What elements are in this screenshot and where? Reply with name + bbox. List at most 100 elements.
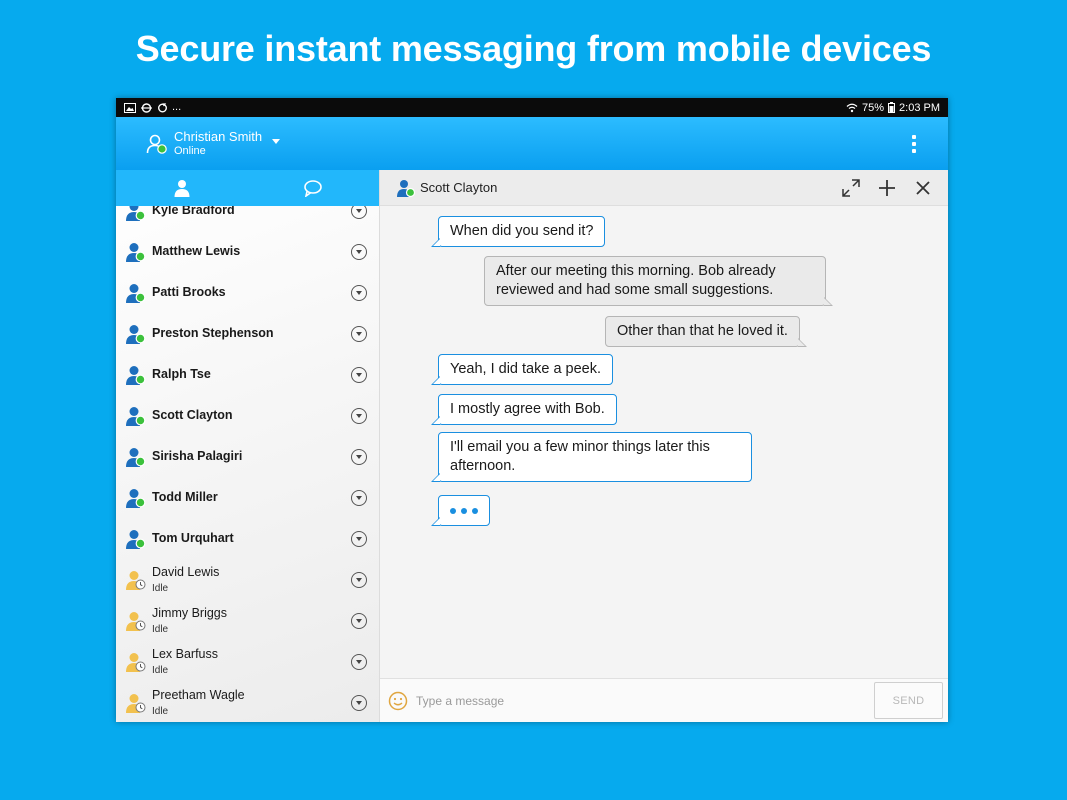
contact-status: Idle [152,664,169,676]
contact-row-matthew-lewis[interactable]: Matthew Lewis [116,231,379,272]
user-online-icon [126,206,146,221]
contact-status: Idle [152,705,169,717]
user-online-icon [126,365,146,385]
contact-row-sirisha-palagiri[interactable]: Sirisha Palagiri [116,436,379,477]
contact-name: Sirisha Palagiri [152,449,243,463]
contact-name: Patti Brooks [152,285,226,299]
battery-level: 75% [862,101,885,114]
image-icon [124,102,136,113]
send-button[interactable]: SEND [874,682,943,719]
my-presence-selector[interactable]: Christian Smith Online [146,128,281,159]
composer: SEND [380,678,948,722]
contact-row-tom-urquhart[interactable]: Tom Urquhart [116,518,379,559]
contact-row-preston-stephenson[interactable]: Preston Stephenson [116,313,379,354]
message-incoming: I mostly agree with Bob. [431,394,617,425]
user-online-icon [126,488,146,508]
overflow-menu-icon[interactable] [908,131,920,157]
contact-row-patti-brooks[interactable]: Patti Brooks [116,272,379,313]
cloud-sync-icon [141,102,152,113]
chevron-down-icon[interactable] [351,571,367,588]
message-list: When did you send it? After our meeting t… [380,206,948,678]
chevron-down-icon[interactable] [351,366,367,383]
headline: Secure instant messaging from mobile dev… [135,28,932,69]
contact-status: Idle [152,623,169,635]
user-online-icon [126,324,146,344]
user-online-icon [397,179,416,197]
contact-row-preetham-wagle[interactable]: Preetham Wagle Idle [116,682,379,722]
my-status: Online [174,144,206,157]
message-outgoing: Other than that he loved it. [605,316,807,347]
user-idle-icon [126,570,146,590]
tab-conversations[interactable] [248,170,380,206]
user-online-icon [146,134,167,154]
chevron-down-icon[interactable] [351,284,367,301]
contact-row-lex-barfuss[interactable]: Lex Barfuss Idle [116,641,379,682]
chat-peer-name: Scott Clayton [420,180,498,195]
status-bar: ... 75% 2:03 PM [116,98,948,117]
person-icon [174,180,190,197]
emoji-icon[interactable] [388,691,408,711]
chevron-down-icon[interactable] [351,530,367,547]
battery-icon [888,102,896,113]
contact-row-ralph-tse[interactable]: Ralph Tse [116,354,379,395]
contact-name: Lex Barfuss [152,646,219,661]
close-chat-button[interactable] [914,179,932,197]
contact-name: Tom Urquhart [152,531,234,545]
typing-indicator [431,495,490,526]
contact-row-david-lewis[interactable]: David Lewis Idle [116,559,379,600]
contact-name: Preetham Wagle [152,687,245,702]
clock: 2:03 PM [899,101,940,114]
user-online-icon [126,242,146,262]
expand-icon [842,178,860,197]
chevron-down-icon[interactable] [351,694,367,711]
contact-row-scott-clayton[interactable]: Scott Clayton [116,395,379,436]
contact-list[interactable]: Kyle Bradford Matthew Lewis Patti Brooks Pr… [116,206,379,722]
my-name: Christian Smith [174,128,263,144]
chat-bubble-icon [304,180,323,197]
user-online-icon [126,529,146,549]
chevron-down-icon[interactable] [351,206,367,219]
typing-dots-icon [450,501,478,520]
user-idle-icon [126,611,146,631]
contacts-panel: Kyle Bradford Matthew Lewis Patti Brooks Pr… [116,170,380,722]
message-outgoing: After our meeting this morning. Bob alre… [484,256,833,306]
message-incoming: I'll email you a few minor things later … [431,432,752,482]
message-input[interactable] [416,693,866,708]
user-online-icon [126,283,146,303]
status-more: ... [172,101,182,113]
chevron-down-icon[interactable] [351,407,367,424]
contact-name: Matthew Lewis [152,244,241,258]
contact-name: Jimmy Briggs [152,605,228,620]
contact-row-jimmy-briggs[interactable]: Jimmy Briggs Idle [116,600,379,641]
contact-name: Todd Miller [152,490,218,504]
plus-icon [879,179,895,196]
chevron-down-icon[interactable] [351,653,367,670]
contact-row-kyle-bradford[interactable]: Kyle Bradford [116,206,379,231]
sidebar-tabs [116,170,379,206]
add-participant-button[interactable] [878,179,896,197]
contact-status: Idle [152,582,169,594]
chevron-down-icon[interactable] [351,448,367,465]
tablet-screen: ... 75% 2:03 PM Christian Smith Online K… [116,98,948,722]
contact-name: Scott Clayton [152,408,233,422]
chevron-down-icon[interactable] [351,612,367,629]
contact-row-todd-miller[interactable]: Todd Miller [116,477,379,518]
user-online-icon [126,447,146,467]
user-online-icon [126,406,146,426]
sync-icon [158,102,167,112]
user-idle-icon [126,693,146,713]
contact-name: Kyle Bradford [152,206,235,217]
chevron-down-icon[interactable] [351,243,367,260]
user-idle-icon [126,652,146,672]
chat-panel: Scott Clayton When did you send it? After… [380,170,948,722]
chevron-down-icon[interactable] [351,325,367,342]
chevron-down-icon[interactable] [351,489,367,506]
contact-name: David Lewis [152,564,220,579]
contact-name: Preston Stephenson [152,326,274,340]
app-bar: Christian Smith Online [116,117,948,170]
message-incoming: When did you send it? [430,216,606,247]
expand-button[interactable] [842,178,860,197]
contact-name: Ralph Tse [152,367,211,381]
message-incoming: Yeah, I did take a peek. [430,354,614,385]
tab-contacts[interactable] [116,170,248,206]
